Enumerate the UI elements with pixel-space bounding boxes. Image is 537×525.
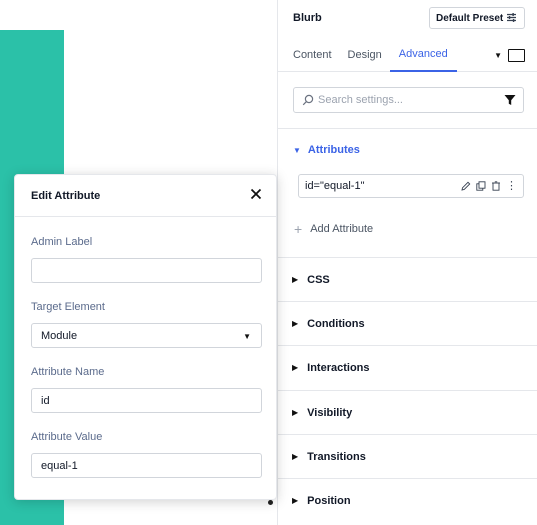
caret-down-icon: ▼ xyxy=(243,332,251,341)
caret-right-icon: ▶ xyxy=(292,363,299,372)
attribute-item-text: id="equal-1" xyxy=(305,180,365,192)
modal-header: Edit Attribute xyxy=(15,175,276,217)
pencil-icon[interactable] xyxy=(461,181,471,191)
add-attribute-label: Add Attribute xyxy=(310,223,374,235)
modal-title: Edit Attribute xyxy=(31,190,101,202)
duplicate-icon[interactable] xyxy=(476,181,486,191)
settings-panel: Blurb Default Preset Content Design Adva… xyxy=(277,0,537,525)
divider xyxy=(278,128,537,129)
attribute-item[interactable]: id="equal-1" ⋮ xyxy=(298,174,524,198)
group-label: Transitions xyxy=(307,450,366,463)
preset-label: Default Preset xyxy=(436,12,504,24)
settings-tabs: Content Design Advanced ▼ xyxy=(278,38,537,72)
admin-label-label: Admin Label xyxy=(31,236,93,248)
search-icon xyxy=(302,94,314,106)
filter-icon[interactable] xyxy=(504,94,516,106)
group-interactions[interactable]: ▶ Interactions xyxy=(278,345,537,389)
attributes-section-toggle[interactable]: ▼ Attributes xyxy=(293,144,360,156)
sliders-icon xyxy=(507,12,517,24)
group-transitions[interactable]: ▶ Transitions xyxy=(278,434,537,478)
more-options-icon[interactable]: ⋮ xyxy=(506,180,517,192)
preset-button[interactable]: Default Preset xyxy=(429,7,525,29)
caret-right-icon: ▶ xyxy=(292,319,299,328)
attribute-name-label: Attribute Name xyxy=(31,366,105,378)
caret-right-icon: ▶ xyxy=(292,452,299,461)
group-label: Conditions xyxy=(307,317,365,330)
admin-label-input[interactable] xyxy=(31,258,262,283)
caret-down-icon[interactable]: ▼ xyxy=(494,38,508,72)
caret-right-icon: ▶ xyxy=(292,275,299,284)
module-title: Blurb xyxy=(293,12,322,24)
plus-icon: + xyxy=(294,221,303,237)
target-element-label: Target Element xyxy=(31,301,105,313)
caret-right-icon: ▶ xyxy=(292,408,299,417)
group-label: Interactions xyxy=(307,361,370,374)
attribute-item-actions: ⋮ xyxy=(461,180,523,192)
group-css[interactable]: ▶ CSS xyxy=(278,257,537,301)
tab-advanced[interactable]: Advanced xyxy=(389,38,457,72)
group-conditions[interactable]: ▶ Conditions xyxy=(278,301,537,345)
group-label: CSS xyxy=(307,273,330,286)
canvas-handle-dot[interactable] xyxy=(268,500,273,505)
attribute-value-input[interactable]: equal-1 xyxy=(31,453,262,478)
trash-icon[interactable] xyxy=(491,181,501,191)
attribute-name-input[interactable]: id xyxy=(31,388,262,413)
tab-spacer xyxy=(457,38,494,72)
close-icon[interactable] xyxy=(250,188,262,200)
search-field[interactable] xyxy=(293,87,524,113)
group-label: Visibility xyxy=(307,406,353,419)
group-label: Position xyxy=(307,494,351,507)
attributes-section-label: Attributes xyxy=(307,144,360,156)
add-attribute-button[interactable]: + Add Attribute xyxy=(294,221,373,237)
search-input[interactable] xyxy=(318,94,488,106)
caret-down-icon: ▼ xyxy=(293,145,301,155)
caret-right-icon: ▶ xyxy=(292,496,299,505)
desktop-view-icon[interactable] xyxy=(508,49,525,62)
target-element-value: Module xyxy=(41,329,78,342)
group-visibility[interactable]: ▶ Visibility xyxy=(278,390,537,434)
attribute-value-label: Attribute Value xyxy=(31,431,103,443)
edit-attribute-modal: Edit Attribute Admin Label Target Elemen… xyxy=(14,174,277,500)
tab-design[interactable]: Design xyxy=(340,38,390,72)
panel-header: Blurb Default Preset Content Design Adva… xyxy=(278,0,537,72)
group-position[interactable]: ▶ Position xyxy=(278,478,537,522)
target-element-select[interactable]: Module ▼ xyxy=(31,323,262,348)
tab-content[interactable]: Content xyxy=(278,38,340,72)
